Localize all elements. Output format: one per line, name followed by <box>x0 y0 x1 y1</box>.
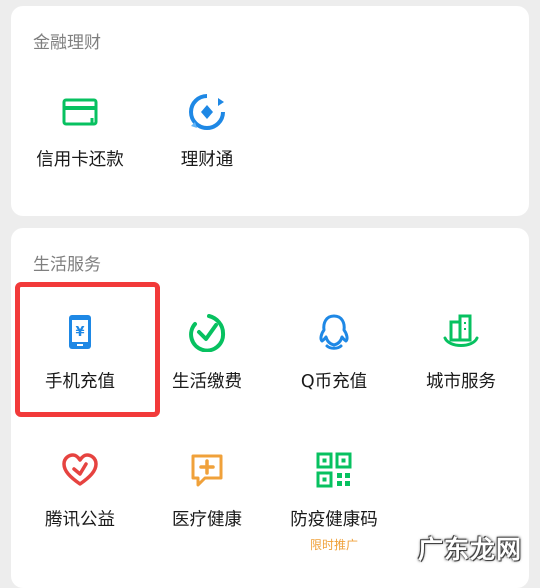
promo-tag: 限时推广 <box>309 538 358 552</box>
tile-wealth[interactable]: 理财通 <box>142 86 272 196</box>
tile-label: 医疗健康 <box>172 510 242 530</box>
tile-utility-payment[interactable]: 生活缴费 <box>142 306 272 416</box>
tile-label: 生活缴费 <box>172 372 242 392</box>
tile-label: 城市服务 <box>426 372 496 392</box>
credit-card-icon <box>62 98 98 126</box>
medical-icon <box>191 454 223 487</box>
tile-phone-topup[interactable]: ¥ 手机充值 <box>15 306 145 416</box>
section-title-life-services: 生活服务 <box>33 255 101 275</box>
tile-label: 防疫健康码 <box>290 510 378 530</box>
tile-label: 手机充值 <box>45 372 115 392</box>
phone-topup-icon: ¥ <box>69 315 91 349</box>
tile-health-code[interactable]: 防疫健康码 限时推广 <box>269 446 399 556</box>
tile-city-services[interactable]: 城市服务 <box>396 306 526 416</box>
tile-medical-health[interactable]: 医疗健康 <box>142 446 272 556</box>
qq-coin-icon <box>319 314 349 350</box>
charity-icon <box>62 453 98 486</box>
watermark: 广东龙网 <box>417 535 522 564</box>
svg-text:¥: ¥ <box>75 325 84 340</box>
tile-credit-card-repayment[interactable]: 信用卡还款 <box>15 86 145 196</box>
city-service-icon <box>443 314 479 347</box>
tile-label: 信用卡还款 <box>36 150 124 170</box>
tile-tencent-charity[interactable]: 腾讯公益 <box>15 446 145 556</box>
wealth-icon <box>189 94 225 130</box>
tile-label: 腾讯公益 <box>45 510 115 530</box>
tile-qq-coin[interactable]: Q币充值 <box>269 306 399 416</box>
tile-label: Q币充值 <box>300 372 368 392</box>
qr-code-icon <box>316 452 352 488</box>
utility-payment-icon <box>189 314 226 352</box>
section-title-finance: 金融理财 <box>33 33 101 53</box>
tile-label: 理财通 <box>180 150 234 170</box>
finance-card: 金融理财 信用卡还款 理财通 <box>11 6 529 216</box>
